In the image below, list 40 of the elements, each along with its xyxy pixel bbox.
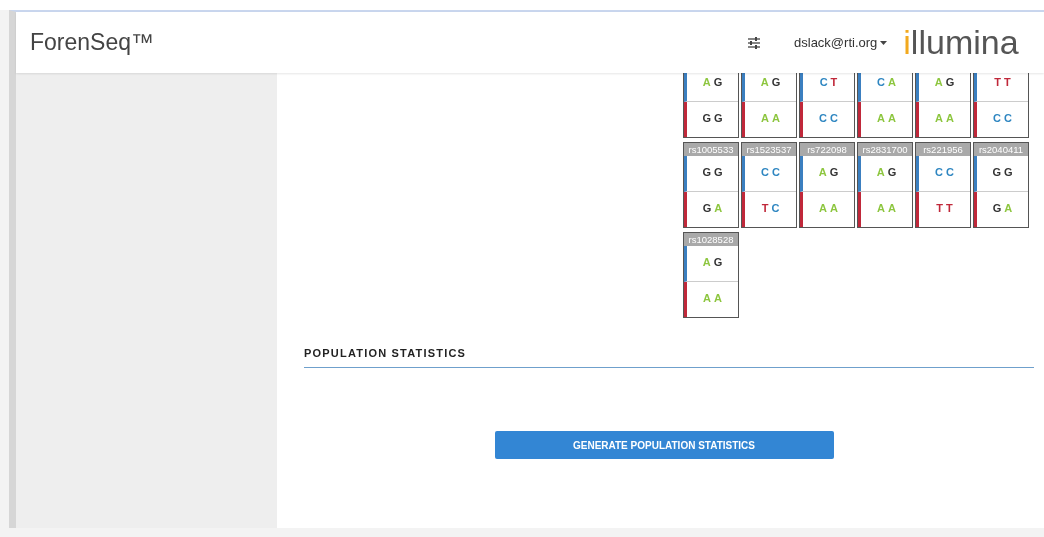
allele-pair: A A <box>877 202 896 214</box>
allele-pair: G A <box>702 202 723 214</box>
allele-pair: A G <box>934 76 955 88</box>
allele-pair: C C <box>761 166 780 178</box>
section-title: POPULATION STATISTICS <box>304 347 468 359</box>
allele-pair: T T <box>994 76 1011 88</box>
marker-label: rs722098 <box>807 144 847 155</box>
marker-label: rs2831700 <box>862 144 908 155</box>
allele-pair: G A <box>992 202 1013 214</box>
brand-title: ForenSeq™ <box>30 29 154 56</box>
marker-label: rs1028528 <box>688 234 734 245</box>
allele-pair: T C <box>761 202 780 214</box>
allele-pair: C T <box>819 76 838 88</box>
allele-pair: C C <box>993 112 1012 124</box>
allele-pair: C C <box>935 166 954 178</box>
settings-icon[interactable] <box>747 36 761 49</box>
allele-pair: A A <box>877 112 896 124</box>
marker-label: rs221956 <box>923 144 963 155</box>
marker-label: rs2040411 <box>978 144 1024 155</box>
allele-pair: A A <box>819 202 838 214</box>
caret-icon <box>880 40 888 45</box>
allele-pair: C A <box>877 76 896 88</box>
allele-pair: A G <box>702 256 723 268</box>
allele-pair: A A <box>703 292 722 304</box>
allele-pair: A G <box>876 166 897 178</box>
marker-label: rs1005533 <box>688 144 734 155</box>
allele-pair: A G <box>760 76 781 88</box>
allele-pair: A A <box>935 112 954 124</box>
generate-button[interactable]: GENERATE POPULATION STATISTICS <box>494 431 834 459</box>
allele-pair: G G <box>702 112 723 124</box>
allele-pair: T T <box>936 202 953 214</box>
allele-pair: C C <box>819 112 838 124</box>
allele-pair: A G <box>702 76 723 88</box>
allele-pair: G G <box>702 166 723 178</box>
company-logo: illumina <box>903 23 1019 62</box>
user-menu[interactable]: dslack@rti.org <box>794 35 888 50</box>
marker-label: rs1523537 <box>746 144 792 155</box>
allele-pair: G G <box>992 166 1013 178</box>
allele-pair: A A <box>761 112 780 124</box>
allele-pair: A G <box>818 166 839 178</box>
